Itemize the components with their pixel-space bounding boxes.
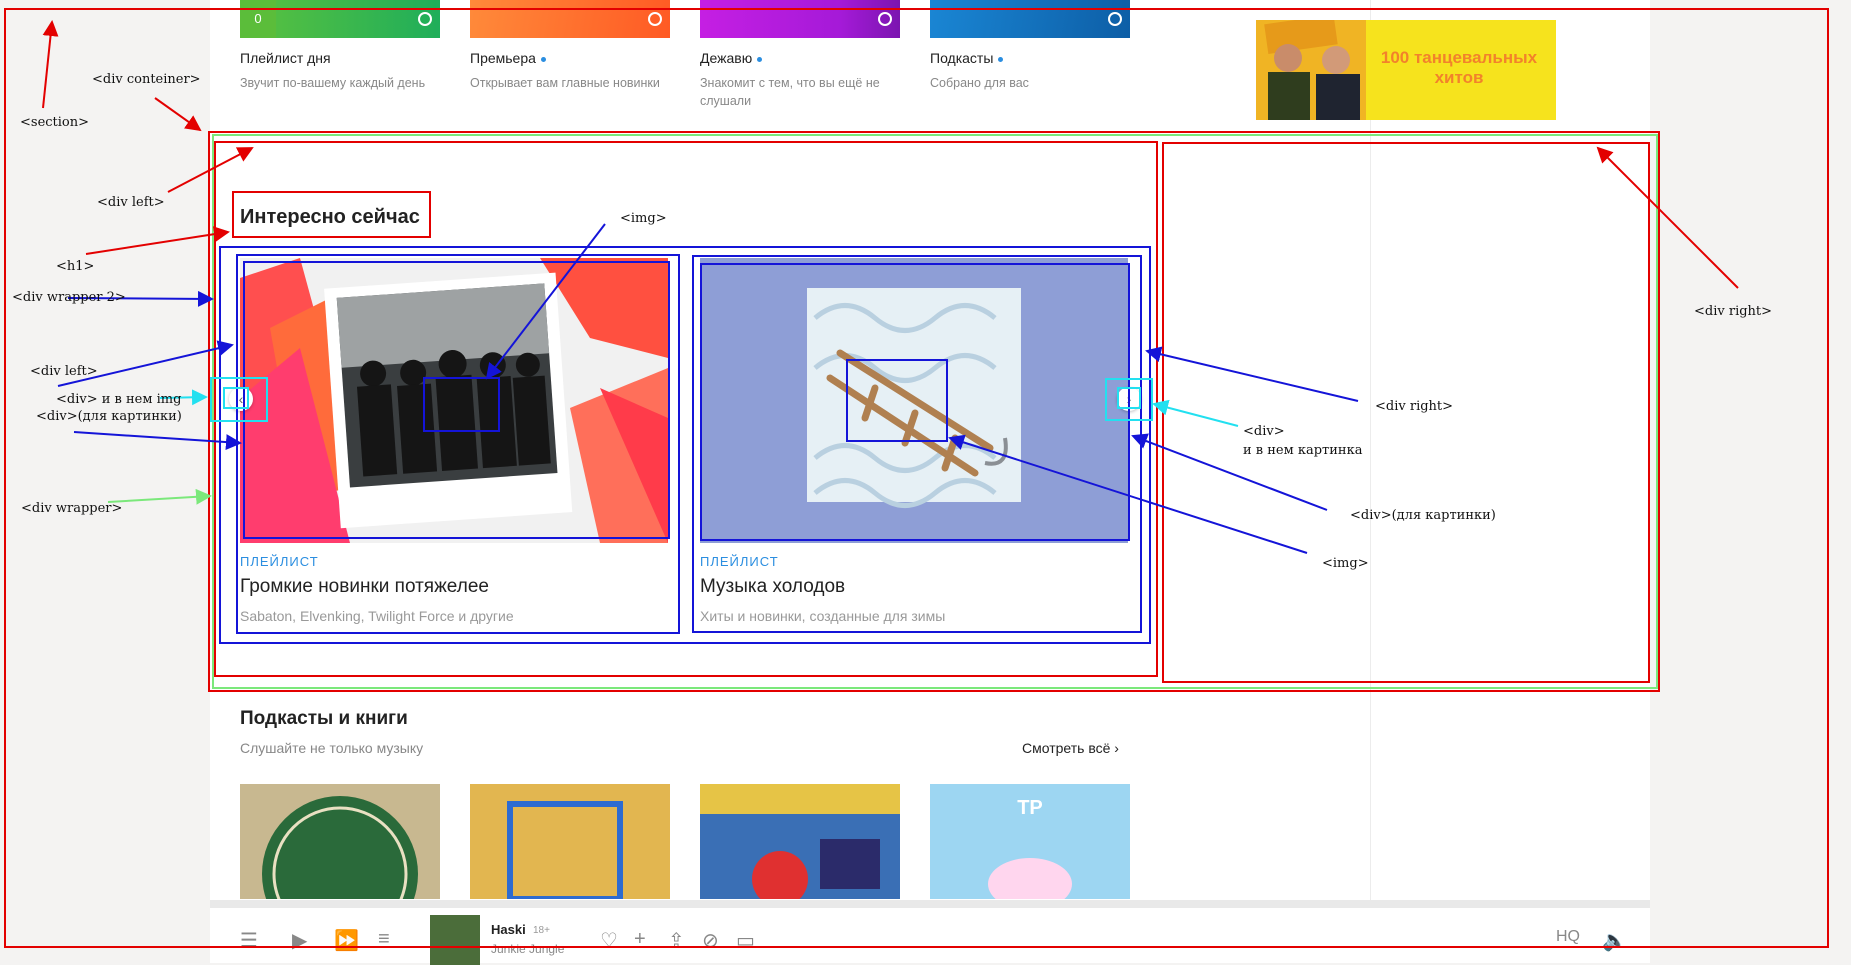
annotation-wrapper: <div wrapper> [21,501,123,516]
podcast-cover[interactable]: TP [930,784,1130,899]
column-divider [1370,0,1371,900]
volume-icon[interactable]: 🔈 [1602,928,1627,953]
like-heart-icon[interactable]: ♡ [600,928,618,953]
track-title[interactable]: Haski [491,922,526,937]
book-cover[interactable] [470,784,670,899]
book-cover[interactable] [700,784,900,899]
annotation-section: <section> [20,115,90,130]
annotation-right: <div right> [1694,304,1773,319]
new-dot-icon [757,56,763,62]
share-icon[interactable]: ⇪ [668,928,685,953]
queue-list-icon[interactable]: ≡ [378,928,390,951]
svg-text:TP: TP [1017,797,1043,819]
daily-cover[interactable] [930,0,1130,38]
daily-title[interactable]: Премьера [470,50,670,66]
podcast-cover-art [262,796,418,899]
promo-banner[interactable]: 100 танцевальных хитов [1256,20,1556,120]
daily-subtitle: Собрано для вас [930,76,1029,90]
item-subtitle: Хиты и новинки, созданные для зимы [700,608,946,624]
item-title[interactable]: Музыка холодов [700,576,845,598]
track-artist[interactable]: Junkie Jungle [491,942,564,956]
item-title[interactable]: Громкие новинки потяжелее [240,576,489,598]
see-all-link[interactable]: Смотреть всё › [1022,740,1119,756]
hq-toggle[interactable]: HQ [1556,928,1580,946]
add-plus-icon[interactable]: + [634,928,646,951]
daily-card-podcasts[interactable]: Подкасты Собрано для вас [930,0,1130,92]
carousel-prev-button[interactable]: ‹ [229,387,253,411]
book-cover-art [507,801,623,899]
podcasts-section-subtitle: Слушайте не только музыку [240,740,424,756]
daily-cover[interactable] [700,0,900,38]
playlist-cover[interactable] [240,258,668,543]
daily-card-playlist-of-day[interactable]: 0 Плейлист дня Звучит по-вашему каждый д… [240,0,440,92]
annotation-container: <div conteiner> [92,72,201,87]
daily-title[interactable]: Дежавю [700,50,900,66]
item-kind-label: ПЛЕЙЛИСТ [700,554,779,569]
annotation-div-img-left-1: <div> и в нем img [56,392,182,407]
annotation-img-bottom: <img> [1322,556,1369,571]
play-logo-icon [418,12,432,26]
annotation-div-right-2: и в нем картинка [1243,443,1363,458]
play-logo-icon [648,12,662,26]
track-cover[interactable] [430,915,480,965]
annotation-img-top: <img> [620,211,667,226]
new-dot-icon [998,56,1004,62]
daily-subtitle: Знакомит с тем, что вы ещё не слушали [700,76,880,108]
daily-counter: 0 [240,0,276,38]
play-icon[interactable]: ▶ [292,928,307,953]
next-track-icon[interactable]: ⏩ [334,928,359,953]
podcast-cover-art: TP [988,797,1072,899]
annotation-wrapper2: <div wrapper 2> [12,290,126,305]
chevron-right-icon: › [1126,391,1132,407]
player-bar: ☰ ▶ ⏩ ≡ Haski 18+ Junkie Jungle ♡ + ⇪ ⊘ … [210,900,1650,965]
annotation-inner-left: <div left> [30,364,98,379]
playlist-cover[interactable] [700,258,1128,543]
annotation-left: <div left> [97,195,165,210]
cover-cold-image [700,258,1128,543]
annotation-h1: <h1> [56,259,95,274]
podcasts-section-title: Подкасты и книги [240,708,408,729]
play-logo-icon [878,12,892,26]
equalizer-icon[interactable]: ☰ [240,928,258,953]
daily-subtitle: Звучит по-вашему каждый день [240,76,426,90]
daily-card-deja-vu[interactable]: Дежавю Знакомит с тем, что вы ещё не слу… [700,0,900,110]
daily-subtitle: Открывает вам главные новинки [470,76,660,90]
item-subtitle: Sabaton, Elvenking, Twilight Force и дру… [240,608,514,624]
annotation-inner-right: <div right> [1375,399,1454,414]
podcast-cover[interactable] [240,784,440,899]
book-cover-art [700,784,900,899]
age-badge: 18+ [533,925,550,936]
daily-card-premiere[interactable]: Премьера Открывает вам главные новинки [470,0,670,92]
daily-title[interactable]: Плейлист дня [240,50,440,66]
section-title: Интересно сейчас [240,206,420,228]
annotation-div-right-1: <div> [1243,424,1285,439]
play-logo-icon [1108,12,1122,26]
chevron-right-icon: › [1114,740,1119,756]
daily-title[interactable]: Подкасты [930,50,1130,66]
carousel-next-button[interactable]: › [1117,387,1141,411]
item-kind-label: ПЛЕЙЛИСТ [240,554,319,569]
annotation-div-for-img: <div>(для картинки) [1350,508,1496,523]
cast-icon[interactable]: ▭ [736,928,755,953]
annotation-div-img-left-2: <div>(для картинки) [36,409,182,424]
daily-cover[interactable]: 0 [240,0,440,38]
banner-text: 100 танцевальных хитов [1380,48,1538,87]
daily-cover[interactable] [470,0,670,38]
new-dot-icon [540,56,546,62]
cover-heavy-image [240,258,668,543]
block-icon[interactable]: ⊘ [702,928,719,953]
chevron-left-icon: ‹ [238,391,244,407]
